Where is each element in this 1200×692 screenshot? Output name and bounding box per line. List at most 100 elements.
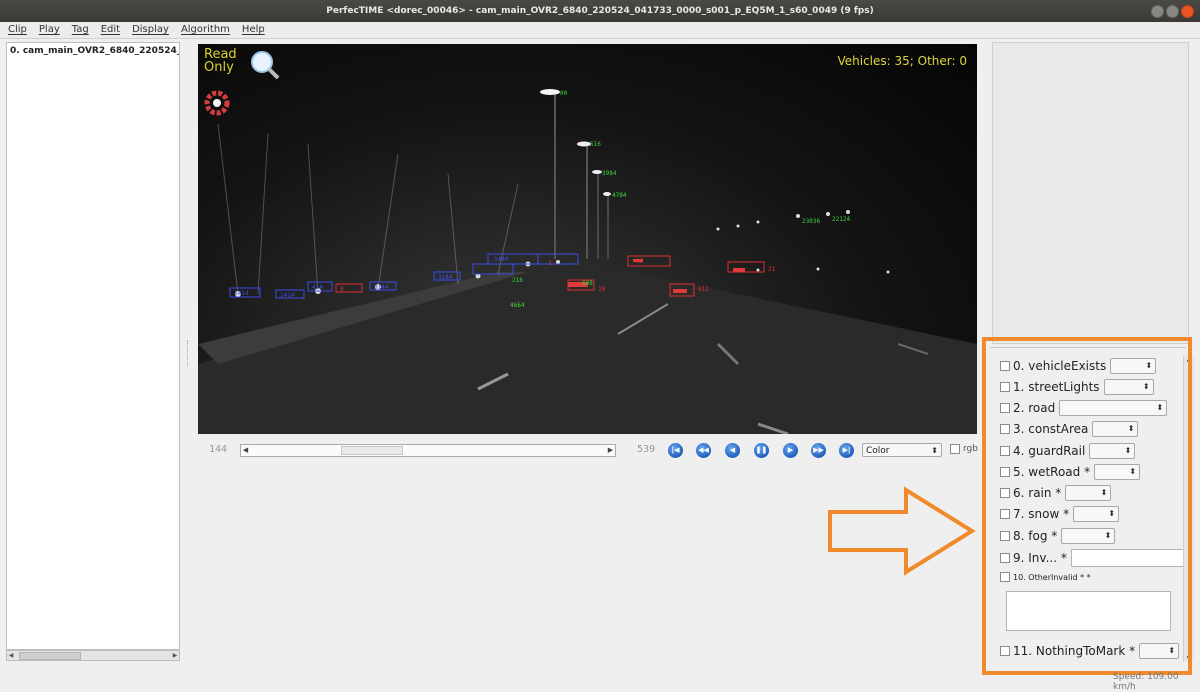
tag-row-invalid: 9. Inv... * [1000,549,1187,567]
chevron-updown-icon: ⬍ [1142,382,1150,391]
chevron-updown-icon: ⬍ [1168,646,1176,655]
slider-left-icon[interactable]: ◀ [241,445,250,456]
fast-forward-button[interactable]: ▶▶ [811,443,826,458]
tag-checkbox[interactable] [1000,531,1010,541]
frame-start-field[interactable]: 144 [198,443,238,457]
read-only-label: Read Only [204,47,237,75]
color-mode-select[interactable]: Color ⬍ [862,443,942,457]
tag-select[interactable]: ⬍ [1061,528,1116,544]
notes-textarea[interactable] [1006,591,1171,631]
fast-rewind-button[interactable]: ◀◀ [696,443,711,458]
tag-checkbox[interactable] [1000,488,1010,498]
speed-readout: Speed: 109.00 km/h [1113,672,1179,692]
tag-label: 6. rain * [1013,486,1062,500]
tag-checkbox[interactable] [1000,446,1010,456]
track-label: 1440 [494,256,509,263]
maximize-icon[interactable] [1166,5,1179,18]
tag-panel: 0. vehicleExists ⬍ 1. streetLights ⬍ 2. … [990,347,1187,668]
scroll-down-icon[interactable]: ▼ [1184,655,1194,662]
last-frame-button[interactable]: ▶| [839,443,854,458]
tag-row-constarea: 3. constArea ⬍ [1000,421,1139,437]
chevron-updown-icon: ⬍ [1104,531,1112,540]
clip-list-item[interactable]: 0. cam_main_OVR2_6840_220524_041 [7,43,179,59]
tag-checkbox[interactable] [1000,361,1010,371]
scroll-up-icon[interactable]: ▲ [1184,356,1194,363]
tag-checkbox[interactable] [1000,553,1010,563]
clip-list-scrollbar[interactable]: ◀ ▶ [6,650,180,661]
tag-panel-scrollbar[interactable]: ▲ ▼ [1183,356,1194,662]
first-frame-button[interactable]: |◀ [668,443,683,458]
menu-clip[interactable]: Clip [0,22,33,38]
tag-label: 2. road [1013,401,1056,415]
track-label: 012 [698,286,709,293]
menu-play[interactable]: Play [33,22,66,38]
chevron-updown-icon: ⬍ [1124,446,1132,455]
play-button[interactable]: ▶ [783,443,798,458]
tag-checkbox[interactable] [1000,509,1010,519]
slider-thumb[interactable] [341,446,403,455]
pause-button[interactable]: ❚❚ [754,443,769,458]
tag-label: 4. guardRail [1013,444,1086,458]
menu-edit[interactable]: Edit [95,22,126,38]
tag-label: 1. streetLights [1013,380,1100,394]
video-view[interactable]: Read Only Vehicles: 35; Other: 0 00 516 … [198,44,977,434]
tag-select[interactable]: ⬍ [1059,400,1168,416]
scroll-right-icon[interactable]: ▶ [171,651,179,660]
tag-checkbox[interactable] [1000,646,1010,656]
menu-algorithm[interactable]: Algorithm [175,22,236,38]
track-label: 10 [598,286,606,293]
tag-checkbox[interactable] [1000,382,1010,392]
rgb-checkbox[interactable] [950,444,960,454]
timeline-slider[interactable]: ◀ ▶ [240,444,616,457]
tag-select[interactable]: ⬍ [1094,464,1141,480]
menu-tag[interactable]: Tag [66,22,95,38]
menu-display[interactable]: Display [126,22,175,38]
tag-select[interactable]: ⬍ [1139,643,1180,659]
minimize-icon[interactable] [1151,5,1164,18]
tag-select[interactable]: ⬍ [1092,421,1139,437]
chevron-updown-icon: ⬍ [1100,488,1108,497]
tag-select[interactable]: ⬍ [1065,485,1112,501]
tag-text-input[interactable] [1070,549,1187,567]
track-label: 3144 [374,284,389,291]
clip-list[interactable]: 0. cam_main_OVR2_6840_220524_041 [6,42,180,650]
splitter-handle[interactable] [187,340,191,366]
tag-select[interactable]: ⬍ [1073,506,1120,522]
gear-icon[interactable] [204,90,230,116]
menu-bar: Clip Play Tag Edit Display Algorithm Hel… [0,22,1200,39]
tag-select[interactable]: ⬍ [1089,443,1136,459]
close-icon[interactable] [1181,5,1194,18]
scrollbar-thumb[interactable] [19,652,81,660]
tag-checkbox[interactable] [1000,572,1010,582]
tag-checkbox[interactable] [1000,467,1010,477]
tag-label: 0. vehicleExists [1013,359,1107,373]
track-label: 414 [312,284,323,291]
tag-select[interactable]: ⬍ [1103,379,1154,395]
info-panel [992,42,1189,344]
track-label: 4784 [612,192,627,199]
rgb-toggle[interactable]: rgb [950,444,978,454]
tag-select[interactable]: ⬍ [1110,358,1157,374]
tag-label: 9. Inv... * [1013,551,1067,565]
track-label: 608 [582,280,593,287]
track-label: 216 [512,277,523,284]
tag-row-nothingtomark: 11. NothingToMark * ⬍ [1000,643,1180,659]
vehicles-count: Vehicles: 35; Other: 0 [837,54,967,68]
window-title: PerfecTIME <dorec_00046> - cam_main_OVR2… [326,6,874,16]
tag-checkbox[interactable] [1000,403,1010,413]
slider-right-icon[interactable]: ▶ [606,445,615,456]
annotation-arrow-icon [828,486,976,576]
tag-checkbox[interactable] [1000,424,1010,434]
chevron-updown-icon: ⬍ [1129,467,1137,476]
tag-row-otherinvalid: 10. OtherInvalid * * [1000,572,1091,582]
track-label: 1414 [234,290,249,297]
step-back-button[interactable]: ◀ [725,443,740,458]
track-label: 1414 [280,292,295,299]
tag-row-guardrail: 4. guardRail ⬍ [1000,443,1136,459]
menu-help[interactable]: Help [236,22,271,38]
tag-row-rain: 6. rain * ⬍ [1000,485,1112,501]
track-label: 23036 [802,218,821,225]
frame-end-field[interactable]: 539 [626,443,666,457]
magnifier-icon[interactable] [248,48,280,82]
scroll-left-icon[interactable]: ◀ [7,651,15,660]
